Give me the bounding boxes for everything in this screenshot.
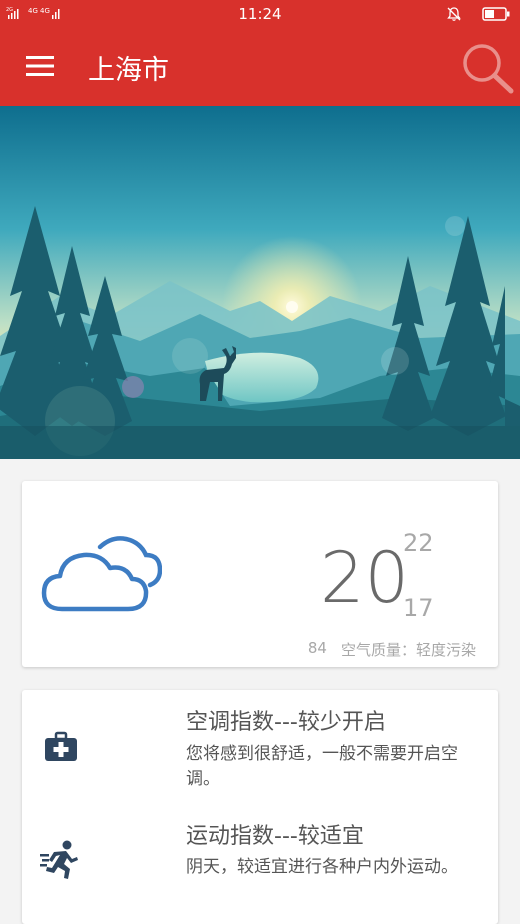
index-description: 您将感到很舒适，一般不需要开启空调。 [186,744,458,789]
high-temperature: 22 [403,529,434,557]
landscape-illustration [0,106,520,459]
running-icon [40,840,78,879]
weather-card[interactable]: 20 22 17 84 空气质量：轻度污染 [22,481,498,667]
page-title: 上海市 [88,55,169,86]
current-temperature: 20 [320,537,410,619]
index-description: 阴天，较适宜进行各种户内外运动。 [186,857,458,877]
aqi-value: 84 [307,639,327,657]
medical-kit-icon [45,731,77,761]
air-quality: 84 空气质量：轻度污染 [308,639,476,660]
cloud-icon [41,536,162,612]
life-index-card: 空调指数---较少开启 您将感到很舒适，一般不需要开启空调。 运动指数---较适… [22,690,498,924]
index-title: 运动指数---较适宜 [186,824,364,849]
aqi-label: 空气质量：轻度污染 [340,641,476,659]
status-bar: 2G 4G 4G 11:24 [0,0,520,28]
battery-icon [482,7,510,21]
index-title: 空调指数---较少开启 [186,710,386,735]
search-icon [463,44,514,94]
menu-icon [26,56,54,76]
bell-muted-icon [447,7,461,21]
low-temperature: 17 [403,594,434,622]
search-button[interactable] [458,40,516,96]
status-time: 11:24 [238,5,282,23]
weather-banner [0,106,520,459]
menu-button[interactable] [26,54,56,78]
app-bar: 上海市 [0,28,520,106]
